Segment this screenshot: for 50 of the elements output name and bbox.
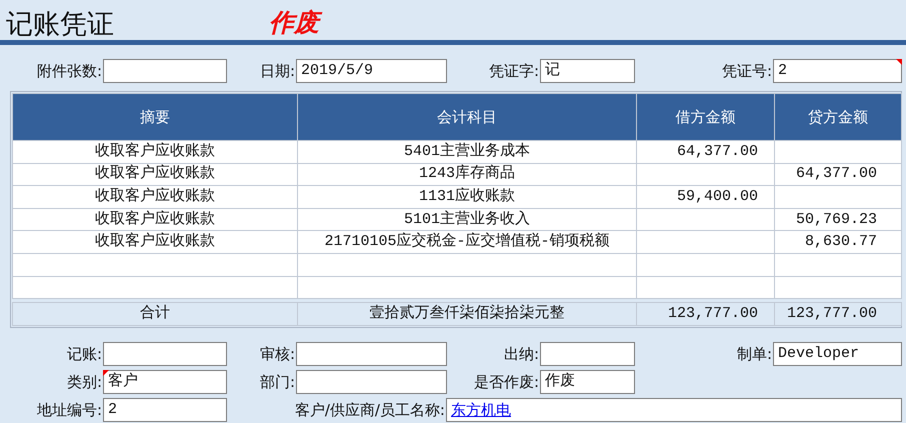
table-cell: 50,769.23 bbox=[774, 208, 902, 231]
input-field[interactable]: 客户 bbox=[103, 370, 227, 394]
table-cell: 壹拾贰万叁仟柒佰柒拾柒元整 bbox=[298, 302, 636, 326]
field-label: 出纳: bbox=[502, 344, 540, 364]
column-header: 摘要 bbox=[12, 94, 298, 140]
input-field[interactable]: 作废 bbox=[540, 370, 635, 394]
table-cell: 64,377.00 bbox=[774, 163, 902, 186]
table-cell: 收取客户应收账款 bbox=[12, 163, 298, 186]
table-cell: 收取客户应收账款 bbox=[12, 186, 298, 208]
table-cell: 8,630.77 bbox=[774, 230, 902, 254]
input-field[interactable]: 2 bbox=[773, 59, 902, 83]
column-header: 会计科目 bbox=[298, 94, 636, 140]
input-field[interactable]: Developer bbox=[773, 342, 902, 366]
table-cell: 59,400.00 bbox=[636, 186, 774, 208]
field-label: 凭证字: bbox=[488, 60, 540, 82]
field-label: 制单: bbox=[736, 344, 773, 364]
table-cell: 收取客户应收账款 bbox=[12, 140, 298, 164]
input-field[interactable]: 记 bbox=[540, 59, 635, 83]
input-field[interactable] bbox=[296, 370, 447, 394]
field-label: 地址编号: bbox=[36, 400, 103, 420]
field-label: 附件张数: bbox=[36, 60, 103, 82]
input-field[interactable] bbox=[103, 342, 227, 366]
table-cell: 收取客户应收账款 bbox=[12, 208, 298, 231]
column-header: 借方金额 bbox=[636, 94, 774, 140]
table-cell: 123,777.00 bbox=[774, 302, 902, 326]
table-cell: 合计 bbox=[12, 302, 298, 326]
table-cell: 5401主营业务成本 bbox=[298, 140, 636, 164]
field-label: 审核: bbox=[258, 344, 296, 364]
table-cell: 1131应收账款 bbox=[298, 186, 636, 208]
table-cell: 1243库存商品 bbox=[298, 163, 636, 186]
table-cell: 123,777.00 bbox=[636, 302, 774, 326]
input-field[interactable] bbox=[540, 342, 635, 366]
field-label: 日期: bbox=[258, 60, 296, 82]
field-label: 是否作废: bbox=[472, 372, 540, 392]
table-cell: 收取客户应收账款 bbox=[12, 230, 298, 254]
field-label: 记账: bbox=[66, 344, 103, 364]
customer-link[interactable]: 东方机电 bbox=[451, 400, 511, 419]
field-label: 部门: bbox=[258, 372, 296, 392]
column-header: 贷方金额 bbox=[774, 94, 902, 140]
table-cell: 64,377.00 bbox=[636, 140, 774, 164]
window-title: 记账凭证 bbox=[6, 11, 114, 38]
input-field[interactable]: 2019/5/9 bbox=[296, 59, 447, 83]
input-field[interactable] bbox=[103, 59, 227, 83]
input-field[interactable] bbox=[296, 342, 447, 366]
field-label: 客户/供应商/员工名称: bbox=[294, 400, 446, 420]
input-field[interactable]: 东方机电 bbox=[446, 398, 902, 422]
field-label: 凭证号: bbox=[720, 60, 773, 82]
input-field[interactable]: 2 bbox=[103, 398, 227, 422]
table-cell: 5101主营业务收入 bbox=[298, 208, 636, 231]
table-cell: 21710105应交税金-应交增值税-销项税额 bbox=[298, 230, 636, 254]
